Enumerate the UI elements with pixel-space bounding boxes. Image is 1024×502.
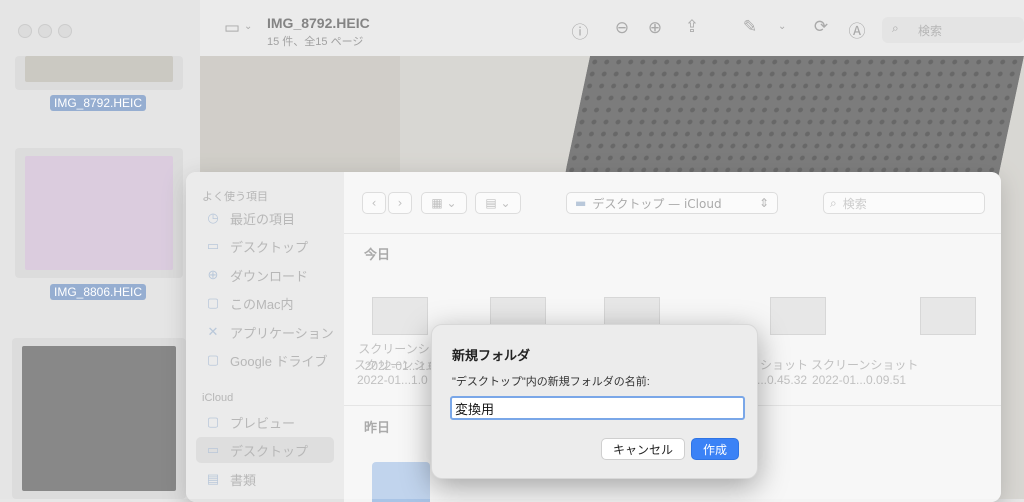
folder-name-input[interactable] xyxy=(450,396,745,420)
dialog-prompt: "デスクトップ"内の新規フォルダの名前: xyxy=(452,376,650,388)
create-button[interactable]: 作成 xyxy=(691,438,739,460)
new-folder-dialog: 新規フォルダ "デスクトップ"内の新規フォルダの名前: キャンセル 作成 xyxy=(431,324,758,479)
dialog-title: 新規フォルダ xyxy=(452,348,531,363)
cancel-button[interactable]: キャンセル xyxy=(601,438,685,460)
